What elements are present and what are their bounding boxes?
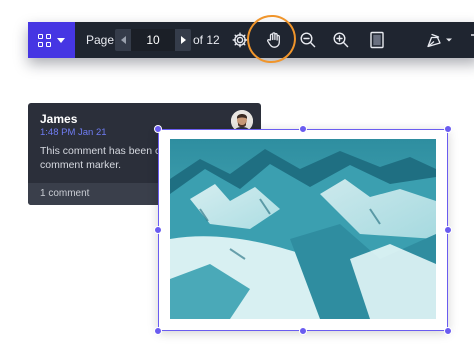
text-icon	[471, 34, 474, 36]
snowy-mountains-photo	[170, 139, 436, 319]
zoom-out-button[interactable]	[298, 30, 318, 50]
resize-handle-bottom-right[interactable]	[444, 327, 452, 335]
chevron-right-icon	[180, 36, 186, 44]
zoom-in-icon	[333, 32, 349, 48]
page-number-input[interactable]	[131, 29, 175, 51]
zoom-out-icon	[300, 32, 316, 48]
resize-handle-top-left[interactable]	[154, 125, 162, 133]
previous-page-button[interactable]	[115, 29, 131, 51]
grid-icon	[38, 33, 51, 47]
page-icon	[370, 31, 384, 49]
resize-handle-right[interactable]	[444, 226, 452, 234]
resize-handle-left[interactable]	[154, 226, 162, 234]
zoom-in-button[interactable]	[331, 30, 351, 50]
comment-author: James	[40, 112, 78, 126]
pen-tool-icon	[427, 33, 452, 48]
page-layout-button[interactable]	[367, 30, 387, 50]
chevron-left-icon	[120, 36, 126, 44]
annotate-tool-button[interactable]	[424, 30, 456, 50]
caret-down-icon	[57, 37, 65, 43]
page-count-label: of 12	[193, 33, 220, 47]
pan-tool-highlight-ring	[240, 8, 303, 70]
next-page-button[interactable]	[175, 29, 191, 51]
resize-handle-bottom[interactable]	[299, 327, 307, 335]
text-tool-button[interactable]	[468, 30, 474, 50]
page-navigator	[115, 29, 191, 51]
comment-count: 1 comment	[40, 188, 90, 199]
view-switcher-button[interactable]	[28, 22, 75, 58]
page-label: Page	[86, 33, 115, 47]
resize-handle-bottom-left[interactable]	[154, 327, 162, 335]
resize-handle-top-right[interactable]	[444, 125, 452, 133]
image-annotation[interactable]	[158, 129, 448, 331]
comment-timestamp: 1:48 PM Jan 21	[40, 127, 107, 138]
resize-handle-top[interactable]	[299, 125, 307, 133]
